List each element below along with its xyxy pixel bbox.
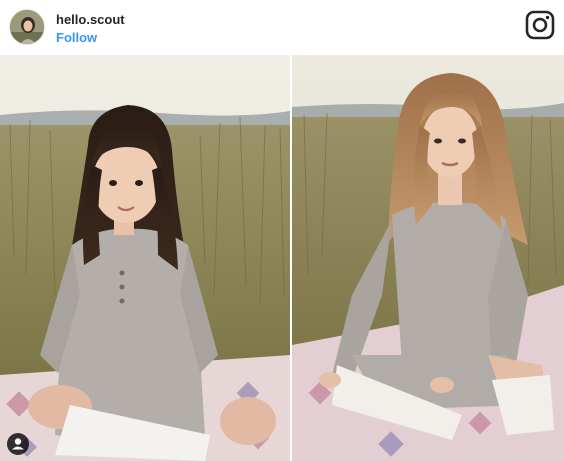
avatar-image (10, 10, 44, 44)
user-tag-icon (12, 438, 24, 450)
post-header: hello.scout Follow (0, 0, 564, 55)
adult-photo-image (292, 55, 564, 461)
instagram-icon[interactable] (525, 10, 555, 40)
adult-photo (292, 55, 564, 461)
avatar[interactable] (9, 9, 45, 45)
username[interactable]: hello.scout (56, 12, 125, 27)
follow-button[interactable]: Follow (56, 30, 97, 45)
child-photo-image (0, 55, 290, 461)
user-tag-button[interactable] (7, 433, 29, 455)
child-photo (0, 55, 290, 461)
